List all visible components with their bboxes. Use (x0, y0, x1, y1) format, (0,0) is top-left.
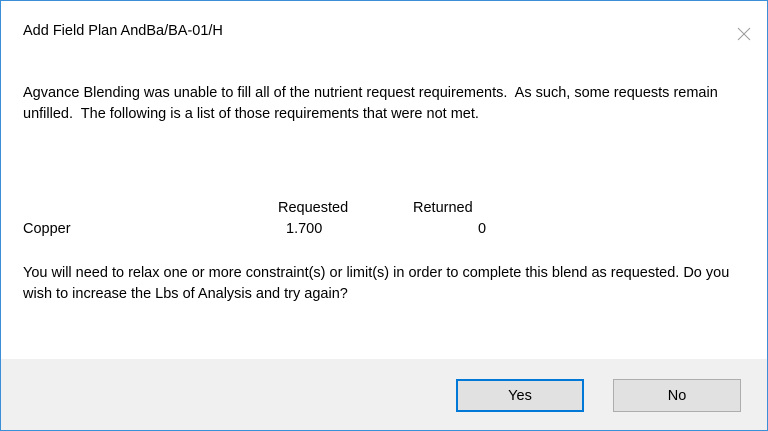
dialog-window: Add Field Plan AndBa/BA-01/H Agvance Ble… (0, 0, 768, 431)
yes-button[interactable]: Yes (456, 379, 584, 412)
close-icon (737, 27, 751, 41)
no-button[interactable]: No (613, 379, 741, 412)
dialog-title: Add Field Plan AndBa/BA-01/H (23, 23, 223, 39)
nutrient-name-cell: Copper (23, 221, 71, 237)
button-bar: Yes No (1, 359, 767, 430)
close-button[interactable] (721, 9, 767, 59)
instruction-text: You will need to relax one or more const… (23, 265, 734, 302)
requested-value-cell: 1.700 (286, 221, 323, 237)
returned-value-cell: 0 (478, 221, 487, 237)
requested-column-header: Requested (278, 200, 349, 216)
message-text: Agvance Blending was unable to fill all … (23, 85, 722, 122)
title-bar: Add Field Plan AndBa/BA-01/H (1, 1, 767, 71)
returned-column-header: Returned (413, 200, 473, 216)
